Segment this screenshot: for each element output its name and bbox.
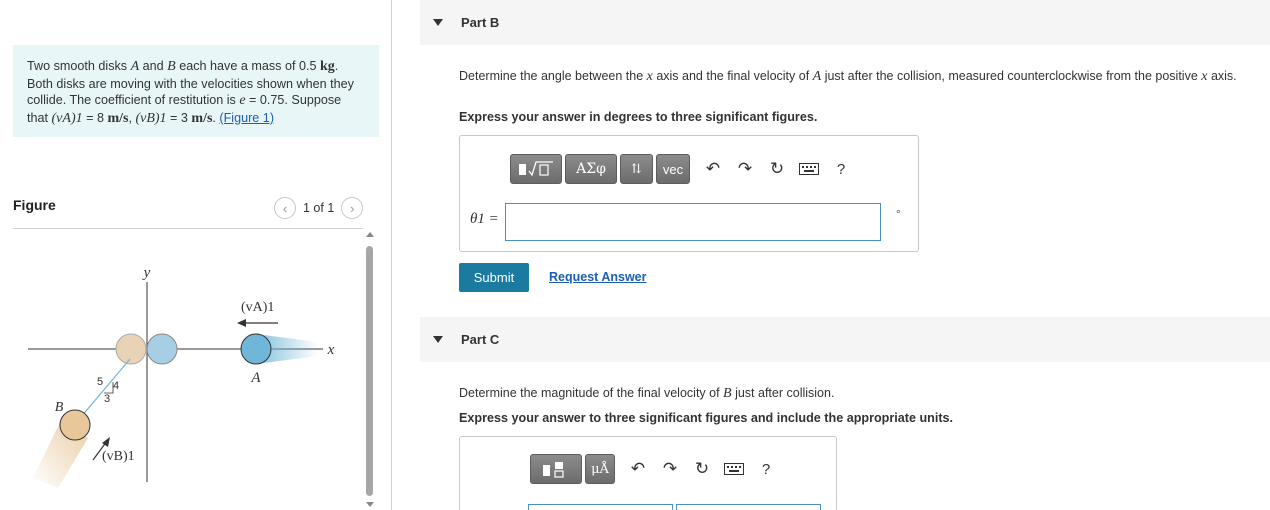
figure-pager: ‹ 1 of 1 › xyxy=(274,197,364,219)
figure-divider xyxy=(13,228,363,229)
redo-icon[interactable]: ↷ xyxy=(729,154,761,184)
scroll-down-icon[interactable] xyxy=(366,502,374,507)
theta-label: θ1 = xyxy=(470,211,499,228)
part-b-instruction: Express your answer in degrees to three … xyxy=(459,110,818,124)
part-b-header[interactable]: Part B xyxy=(420,0,1270,45)
question-text: just after collision. xyxy=(731,386,835,400)
part-b-question: Determine the angle between the x axis a… xyxy=(459,69,1259,84)
velocity-b-label: (vB)1 xyxy=(102,449,135,464)
theta-answer-input[interactable] xyxy=(505,203,881,241)
undo-icon[interactable]: ↶ xyxy=(697,154,729,184)
disk-b xyxy=(59,409,91,441)
units-button[interactable]: μÅ xyxy=(585,454,615,484)
disk-a-label: A xyxy=(250,370,261,386)
question-text: axis and the final velocity of xyxy=(652,69,813,83)
templates-icon[interactable] xyxy=(510,154,562,184)
triangle-horiz-label: 3 xyxy=(104,393,110,405)
disk-a-collision xyxy=(146,333,178,365)
y-axis-label: y xyxy=(142,265,151,281)
chevron-left-icon[interactable]: ‹ xyxy=(274,197,296,219)
part-b-toolbar: ΑΣφ ⇅ vec ↶ ↷ ↻ ? xyxy=(510,154,857,184)
question-var-b: B xyxy=(723,386,732,401)
theta-label-text: θ1 = xyxy=(470,211,499,227)
question-text: Determine the angle between the xyxy=(459,69,647,83)
problem-unit: m/s xyxy=(191,110,213,126)
problem-unit: kg xyxy=(319,59,335,74)
undo-icon[interactable]: ↶ xyxy=(622,454,654,484)
caret-down-icon[interactable] xyxy=(433,19,443,26)
question-text: just after the collision, measured count… xyxy=(821,69,1202,83)
part-c-question: Determine the magnitude of the final vel… xyxy=(459,386,1259,401)
velocity-a-label: (vA)1 xyxy=(241,300,274,315)
value-input[interactable] xyxy=(528,504,673,510)
problem-text: each have a mass of 0.5 xyxy=(175,59,320,73)
figure-heading: Figure xyxy=(13,197,56,213)
redo-icon[interactable]: ↷ xyxy=(654,454,686,484)
part-c-header[interactable]: Part C xyxy=(420,317,1270,362)
scroll-up-icon[interactable] xyxy=(366,232,374,237)
help-button[interactable]: ? xyxy=(750,454,782,484)
keyboard-icon[interactable] xyxy=(718,454,750,484)
request-answer-link[interactable]: Request Answer xyxy=(549,270,646,284)
x-axis-label: x xyxy=(327,342,335,358)
caret-down-icon[interactable] xyxy=(433,336,443,343)
column-divider xyxy=(391,0,392,510)
degree-unit: ° xyxy=(896,207,901,221)
figure-link[interactable]: (Figure 1) xyxy=(219,111,274,125)
problem-var-va: (vA)1 xyxy=(51,110,83,126)
problem-text: = 8 xyxy=(82,110,108,125)
problem-var-a: A xyxy=(130,59,140,74)
problem-text: and xyxy=(139,59,168,73)
problem-var-vb: (vB)1 xyxy=(135,110,167,126)
part-c-instruction: Express your answer to three significant… xyxy=(459,411,954,425)
problem-unit: m/s xyxy=(107,110,129,126)
disk-b-label: B xyxy=(55,400,64,415)
reset-icon[interactable]: ↻ xyxy=(686,454,718,484)
part-b-title: Part B xyxy=(461,15,500,30)
submit-button[interactable]: Submit xyxy=(459,263,529,292)
units-input[interactable] xyxy=(676,504,821,510)
scroll-thumb[interactable] xyxy=(366,246,373,496)
question-var-a: A xyxy=(812,69,822,84)
vector-button[interactable]: vec xyxy=(656,154,690,184)
greek-letters-button[interactable]: ΑΣφ xyxy=(565,154,617,184)
keyboard-icon[interactable] xyxy=(793,154,825,184)
question-text: axis. xyxy=(1207,69,1237,83)
part-c-toolbar: μÅ ↶ ↷ ↻ ? xyxy=(530,454,782,484)
disk-a xyxy=(240,333,272,365)
templates-icon[interactable] xyxy=(530,454,582,484)
pager-count: 1 of 1 xyxy=(303,201,335,215)
problem-statement: Two smooth disks A and B each have a mas… xyxy=(13,45,379,137)
problem-var-b: B xyxy=(167,59,176,74)
chevron-right-icon[interactable]: › xyxy=(341,197,364,219)
problem-text: Two smooth disks xyxy=(27,59,131,73)
triangle-vert-label: 4 xyxy=(113,380,119,392)
reset-icon[interactable]: ↻ xyxy=(761,154,793,184)
figure-scrollbar[interactable] xyxy=(365,232,375,510)
part-c-title: Part C xyxy=(461,332,500,347)
velocity-a-arrowhead xyxy=(237,319,246,327)
up-down-arrows-icon[interactable]: ⇅ xyxy=(620,154,653,184)
help-button[interactable]: ? xyxy=(825,154,857,184)
collision-figure: y x A (vA)1 B 5 4 3 (vB)1 xyxy=(28,265,335,488)
question-text: Determine the magnitude of the final vel… xyxy=(459,386,724,400)
disk-b-collision xyxy=(115,333,147,365)
triangle-hyp-label: 5 xyxy=(97,376,103,388)
problem-text: = 3 xyxy=(166,110,192,125)
